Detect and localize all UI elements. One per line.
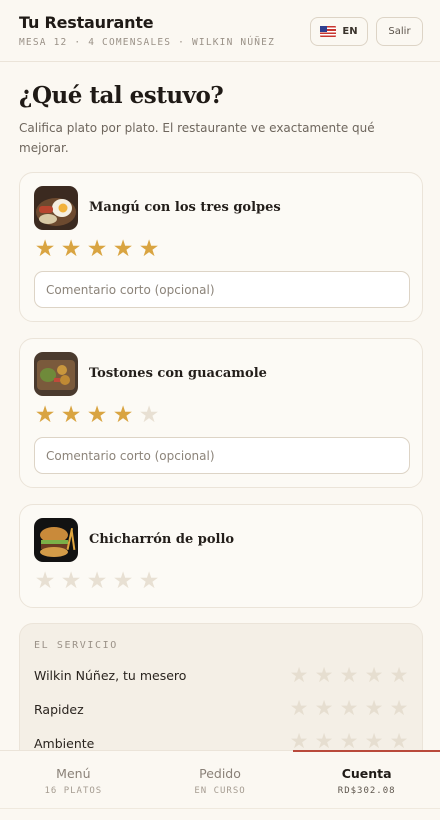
tab-label: Pedido <box>199 766 241 781</box>
star-icon[interactable]: ★ <box>60 570 82 593</box>
page-title: ¿Qué tal estuvo? <box>19 82 224 109</box>
dish-comment-input[interactable] <box>34 437 410 474</box>
tab-sublabel: RD$302.08 <box>337 786 396 796</box>
star-icon[interactable]: ★ <box>112 238 134 261</box>
star-icon[interactable]: ★ <box>60 238 82 261</box>
star-icon[interactable]: ★ <box>363 697 385 720</box>
star-icon[interactable]: ★ <box>86 404 108 427</box>
star-icon[interactable]: ★ <box>86 570 108 593</box>
star-icon[interactable]: ★ <box>112 404 134 427</box>
speed-rating-stars[interactable]: ★ ★ ★ ★ ★ <box>288 697 410 720</box>
dish-photo <box>34 352 78 396</box>
star-icon[interactable]: ★ <box>60 404 82 427</box>
app-header: Tu Restaurante MESA 12 · 4 COMENSALES · … <box>0 0 440 62</box>
star-icon[interactable]: ★ <box>138 404 160 427</box>
star-icon[interactable]: ★ <box>34 404 56 427</box>
dish-rating-stars[interactable]: ★ ★ ★ ★ ★ <box>34 570 160 593</box>
star-icon[interactable]: ★ <box>338 664 360 687</box>
restaurant-name: Tu Restaurante <box>19 13 154 32</box>
dish-rating-stars[interactable]: ★ ★ ★ ★ ★ <box>34 404 160 427</box>
star-icon[interactable]: ★ <box>138 238 160 261</box>
ambience-rating-label: Ambiente <box>34 736 95 751</box>
bottom-safe-area <box>0 808 440 820</box>
dish-photo <box>34 518 78 562</box>
dish-name: Chicharrón de pollo <box>89 532 235 547</box>
dish-rating-stars[interactable]: ★ ★ ★ ★ ★ <box>34 238 160 261</box>
star-icon[interactable]: ★ <box>388 697 410 720</box>
tab-label: Menú <box>56 766 91 781</box>
star-icon[interactable]: ★ <box>388 664 410 687</box>
language-label: EN <box>342 26 358 37</box>
star-icon[interactable]: ★ <box>338 697 360 720</box>
tab-label: Cuenta <box>341 766 392 781</box>
dish-card: Chicharrón de pollo ★ ★ ★ ★ ★ <box>19 504 423 608</box>
star-icon[interactable]: ★ <box>112 570 134 593</box>
star-icon[interactable]: ★ <box>313 664 335 687</box>
us-flag-icon <box>320 26 337 37</box>
star-icon[interactable]: ★ <box>288 697 310 720</box>
waiter-rating-stars[interactable]: ★ ★ ★ ★ ★ <box>288 664 410 687</box>
tab-sublabel: EN CURSO <box>194 786 246 796</box>
table-info: MESA 12 · 4 COMENSALES · WILKIN NÚÑEZ <box>19 37 276 48</box>
speed-rating-label: Rapidez <box>34 702 84 717</box>
star-icon[interactable]: ★ <box>138 570 160 593</box>
star-icon[interactable]: ★ <box>86 238 108 261</box>
star-icon[interactable]: ★ <box>34 570 56 593</box>
service-section-title: EL SERVICIO <box>34 640 118 651</box>
tab-sublabel: 16 PLATOS <box>44 786 103 796</box>
star-icon[interactable]: ★ <box>363 664 385 687</box>
dish-card: Tostones con guacamole ★ ★ ★ ★ ★ <box>19 338 423 488</box>
star-icon[interactable]: ★ <box>34 238 56 261</box>
dish-comment-input[interactable] <box>34 271 410 308</box>
waiter-rating-label: Wilkin Núñez, tu mesero <box>34 668 187 683</box>
dish-name: Mangú con los tres golpes <box>89 200 281 215</box>
language-button[interactable]: EN <box>310 17 368 46</box>
star-icon[interactable]: ★ <box>313 697 335 720</box>
page-intro: Califica plato por plato. El restaurante… <box>19 121 375 155</box>
dish-name: Tostones con guacamole <box>89 366 267 381</box>
star-icon[interactable]: ★ <box>288 664 310 687</box>
logout-button[interactable]: Salir <box>376 17 423 46</box>
dish-photo <box>34 186 78 230</box>
dish-card: Mangú con los tres golpes ★ ★ ★ ★ ★ <box>19 172 423 322</box>
